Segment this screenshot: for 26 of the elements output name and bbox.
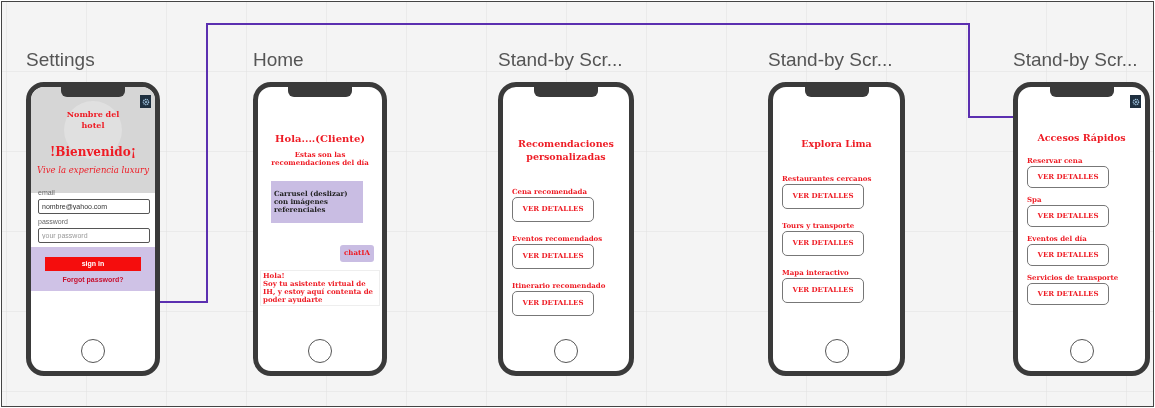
- home-button[interactable]: [308, 339, 332, 363]
- frame-title: Stand-by Scr...: [498, 48, 623, 72]
- hotel-name: Nombre del hotel: [65, 109, 121, 131]
- settings-icon: [1131, 97, 1140, 106]
- settings-button[interactable]: [1130, 95, 1141, 108]
- phone-notch: [804, 87, 869, 97]
- screen-heading: Explora Lima: [800, 137, 873, 150]
- phone-notch: [61, 87, 125, 97]
- screen-heading: Accesos Rápidos: [1036, 131, 1127, 144]
- frame-title: Home: [253, 48, 304, 72]
- settings-button[interactable]: [140, 95, 151, 108]
- phone-notch: [1049, 87, 1114, 97]
- frame-title: Stand-by Scr...: [768, 48, 893, 72]
- phone-notch: [534, 87, 598, 97]
- frame-title: Stand-by Scr...: [1013, 48, 1138, 72]
- settings-icon: [141, 97, 150, 106]
- phone-notch: [288, 87, 352, 97]
- welcome-heading: !Bienvenido¡: [50, 144, 136, 161]
- screen-heading: Recomendaciones personalizadas: [517, 137, 615, 163]
- frame-title: Settings: [26, 48, 95, 72]
- home-button[interactable]: [554, 339, 578, 363]
- home-button[interactable]: [1069, 339, 1094, 363]
- home-button[interactable]: [824, 339, 849, 363]
- greeting-heading: Hola....(Cliente): [275, 132, 365, 146]
- home-button[interactable]: [81, 339, 105, 363]
- tagline: Vive la experiencia luxury: [37, 164, 149, 177]
